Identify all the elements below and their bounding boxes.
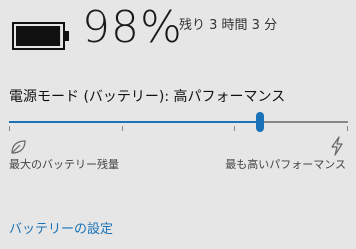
battery-icon [12,22,69,50]
power-mode-label: 電源モード (バッテリー): 高パフォーマンス [9,89,286,105]
slider-fill [9,121,260,123]
remaining-time: 残り 3 時間 3 分 [179,18,278,33]
slider-tick [347,126,348,131]
lightning-icon [331,136,343,156]
slider-tick [9,126,10,131]
leaf-icon [11,140,26,154]
slider-thumb[interactable] [255,112,264,132]
power-mode-slider[interactable] [9,112,348,132]
slider-tick [122,126,123,131]
max-performance-label: 最も高いパフォーマンス [225,158,346,171]
slider-tick [234,126,235,131]
battery-settings-link[interactable]: バッテリーの設定 [9,218,113,237]
battery-percentage: 98% [82,2,183,53]
max-battery-label: 最大のバッテリー残量 [9,158,119,171]
